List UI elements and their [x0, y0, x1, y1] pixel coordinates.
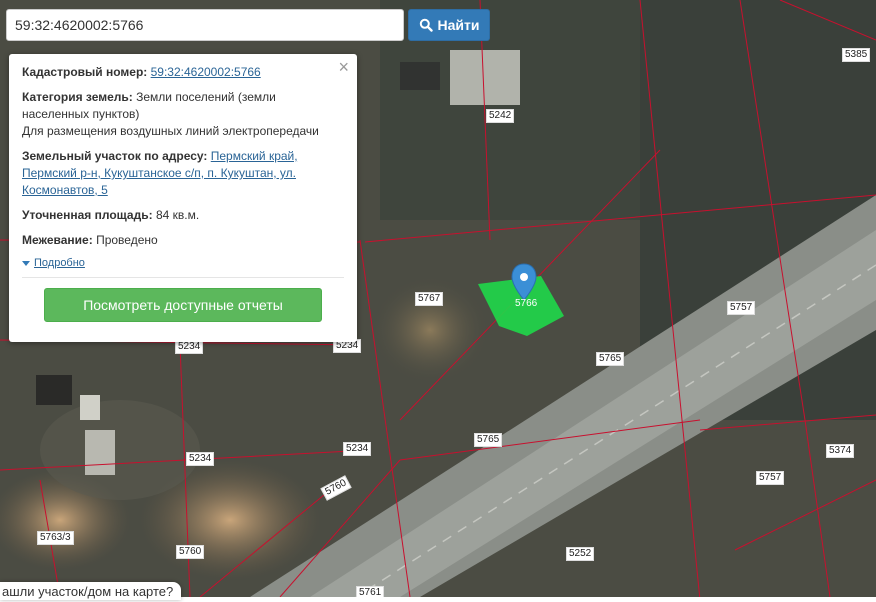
parcel-label[interactable]: 5757 [727, 301, 756, 315]
parcel-info-popup: × Кадастровый номер: 59:32:4620002:5766 … [9, 54, 357, 342]
parcel-label[interactable]: 5760 [176, 545, 205, 559]
view-reports-button[interactable]: Посмотреть доступные отчеты [44, 288, 322, 322]
survey-label: Межевание: [22, 233, 93, 247]
cadastral-number-link[interactable]: 59:32:4620002:5766 [151, 65, 261, 79]
survey-row: Межевание: Проведено [22, 232, 344, 249]
details-link[interactable]: Подробно [34, 257, 85, 269]
parcel-label[interactable]: 5374 [826, 444, 855, 458]
find-button-label: Найти [437, 17, 480, 33]
found-property-prompt[interactable]: ашли участок/дом на карте? [0, 582, 182, 600]
address-row: Земельный участок по адресу: Пермский кр… [22, 148, 344, 199]
parcel-label[interactable]: 5757 [756, 471, 785, 485]
parcel-label[interactable]: 5761 [356, 586, 385, 597]
land-usage-value: Для размещения воздушных линий электропе… [22, 124, 319, 138]
area-row: Уточненная площадь: 84 кв.м. [22, 207, 344, 224]
parcel-label[interactable]: 5385 [842, 48, 871, 62]
land-category-row: Категория земель: Земли поселений (земли… [22, 89, 344, 140]
parcel-label[interactable]: 5765 [596, 352, 625, 366]
parcel-label[interactable]: 5234 [175, 340, 204, 354]
parcel-label[interactable]: 5242 [486, 109, 515, 123]
survey-value: Проведено [96, 233, 158, 247]
address-label: Земельный участок по адресу: [22, 149, 208, 163]
parcel-label[interactable]: 5767 [415, 292, 444, 306]
chevron-down-icon [22, 260, 30, 266]
cadastral-number-row: Кадастровый номер: 59:32:4620002:5766 [22, 64, 344, 81]
details-toggle[interactable]: Подробно [22, 257, 344, 269]
parcel-label[interactable]: 5763/3 [37, 531, 74, 545]
area-value: 84 кв.м. [155, 208, 200, 222]
parcel-label[interactable]: 5765 [474, 433, 503, 447]
land-category-label: Категория земель: [22, 90, 133, 104]
parcel-label[interactable]: 5234 [186, 452, 215, 466]
search-icon [419, 18, 433, 32]
parcel-label-selected[interactable]: 5766 [513, 298, 539, 310]
cadastral-label: Кадастровый номер: [22, 65, 148, 79]
parcel-label[interactable]: 5234 [343, 442, 372, 456]
close-icon[interactable]: × [338, 57, 349, 78]
parcel-label[interactable]: 5252 [566, 547, 595, 561]
area-label: Уточненная площадь: [22, 208, 153, 222]
search-input[interactable] [6, 9, 404, 41]
find-button[interactable]: Найти [408, 9, 490, 41]
divider [22, 277, 344, 278]
